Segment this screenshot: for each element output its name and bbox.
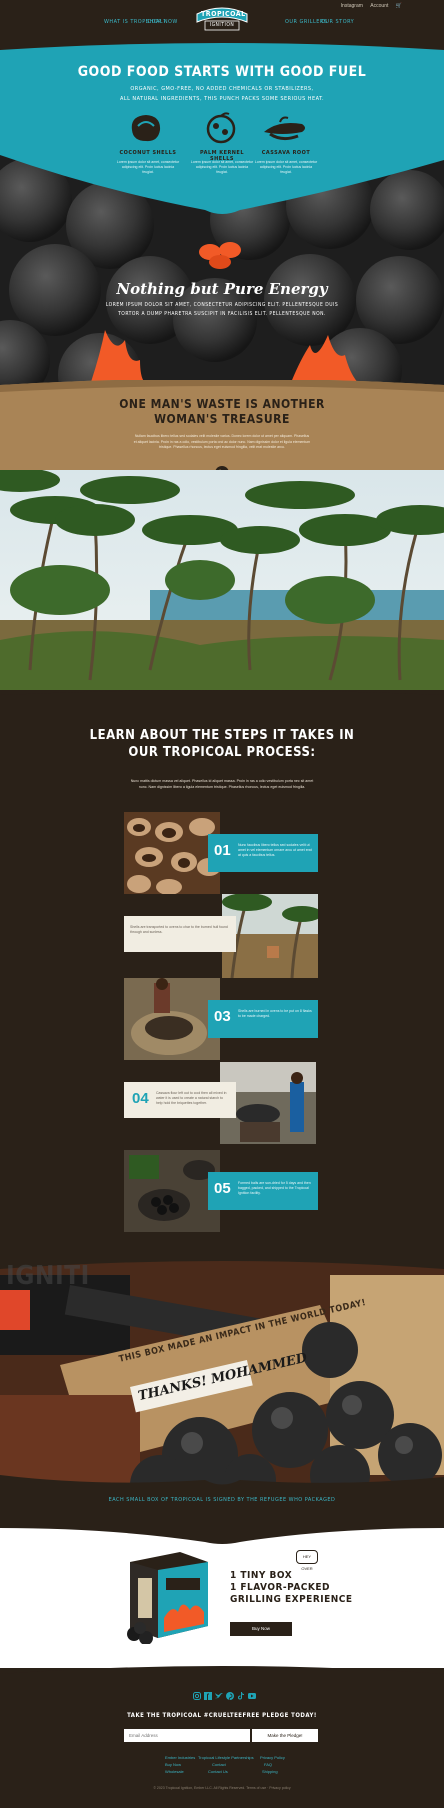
step-1-card: 01 Nunc faucibus libero tellus sed sodal… [208, 834, 318, 872]
signed-strip: EACH SMALL BOX OF TROPICOAL IS SIGNED BY… [0, 1488, 444, 1518]
feature-title-coconut: COCONUT SHELLS [119, 150, 177, 156]
site-logo[interactable]: TROPICOAL IGNITION [193, 4, 251, 34]
utility-links: Instagram Account 🛒 [335, 3, 402, 9]
product-badge: HEY OVER [296, 1550, 318, 1571]
palm-kernel-icon [203, 112, 239, 149]
util-link-instagram[interactable]: Instagram [341, 3, 363, 9]
step-1-number: 01 [214, 842, 231, 859]
box-brand-word: IGNITI [6, 1261, 90, 1291]
nav-link-shop[interactable]: SHOP NOW [146, 19, 178, 25]
step-4-card: 04 Cassava flour left out to cool then a… [124, 1082, 236, 1118]
cart-icon[interactable]: 🛒 [396, 3, 402, 9]
feature-text-coconut: Lorem ipsum dolor sit amet, consectetur … [116, 160, 180, 174]
footer-link-wholesale[interactable]: Wholesale [165, 1769, 184, 1774]
briquette-logo-icon [190, 240, 254, 275]
step-3-card: 03 Shells are burned in ovens to be put … [208, 1000, 318, 1038]
waste-body-line-3: tristique. Phasellus rhoncus, lectus ege… [159, 445, 285, 449]
steps-top-edge [0, 690, 444, 705]
email-input[interactable] [124, 1729, 250, 1742]
site-footer: TAKE THE TROPICOAL #CRUELTEEFREE PLEDGE … [0, 1666, 444, 1808]
footer-link-privacy[interactable]: Privacy Policy [260, 1755, 285, 1760]
intro-subline-1: ORGANIC, GMO-FREE, NO ADDED CHEMICALS OR… [130, 86, 314, 92]
steps-intro-line-2: nunc. Nam dignissim libero a ligula elem… [138, 785, 306, 789]
steps-heading-1: LEARN ABOUT THE STEPS IT TAKES IN [89, 728, 355, 743]
footer-link-contact[interactable]: Contact [212, 1762, 226, 1767]
palm-beach-image [0, 470, 444, 700]
product-line-3: GRILLING EXPERIENCE [230, 1594, 353, 1605]
product-bg-shape [0, 1518, 444, 1544]
footer-link-shipping[interactable]: Shipping [262, 1769, 278, 1774]
pledge-heading: TAKE THE TROPICOAL #CRUELTEEFREE PLEDGE … [127, 1712, 317, 1719]
intro-section: GOOD FOOD STARTS WITH GOOD FUEL ORGANIC,… [0, 40, 444, 215]
youtube-icon[interactable] [248, 1692, 256, 1700]
feature-text-palm-kernel: Lorem ipsum dolor sit amet, consectetur … [190, 160, 254, 174]
step-2-text: Shells are transported to ovens to char … [130, 925, 228, 934]
step-2-photo [222, 894, 318, 978]
buy-now-button[interactable]: Buy Now [230, 1622, 292, 1636]
product-line-2: 1 FLAVOR-PACKED [230, 1582, 330, 1593]
intro-subline-2: ALL NATURAL INGREDIENTS, THIS PUNCH PACK… [119, 96, 325, 102]
social-links [193, 1692, 256, 1700]
energy-text-line-1: LOREM IPSUM DOLOR SIT AMET, CONSECTETUR … [105, 302, 339, 308]
footer-link-contact-us[interactable]: Contact Us [208, 1769, 228, 1774]
intro-heading: GOOD FOOD STARTS WITH GOOD FUEL [77, 64, 367, 80]
logo-wordmark: TROPICOAL [201, 10, 246, 18]
steps-heading-2: OUR TROPICOAL PROCESS: [128, 745, 316, 760]
pledge-submit-button[interactable]: Make the Pledge! [252, 1729, 318, 1742]
nav-link-story[interactable]: OUR STORY [321, 19, 354, 25]
pinterest-icon[interactable] [226, 1692, 234, 1700]
waste-heading-2: WOMAN'S TREASURE [154, 412, 290, 426]
step-3-text: Shells are burned in ovens to be put on … [238, 1009, 312, 1018]
step-5-number: 05 [214, 1180, 231, 1197]
step-2-card: Shells are transported to ovens to char … [124, 916, 236, 952]
step-4-text: Cassava flour left out to cool then all … [156, 1091, 227, 1105]
logo-subtitle: IGNITION [209, 22, 235, 28]
copyright-text: © 2023 Tropicoal Ignition, Ember LLC. Al… [153, 1786, 291, 1790]
coconut-icon [128, 112, 164, 149]
energy-text-line-2: TORTOR A DUMP PHARETRA SUSCIPIT IN FACIL… [118, 311, 326, 317]
footer-link-faq[interactable]: FAQ [264, 1762, 272, 1767]
signed-text: EACH SMALL BOX OF TROPICOAL IS SIGNED BY… [108, 1497, 336, 1503]
util-link-account[interactable]: Account [370, 3, 388, 9]
facebook-icon[interactable] [204, 1692, 212, 1700]
footer-link-buy-now[interactable]: Buy Now [165, 1762, 181, 1767]
step-3-number: 03 [214, 1008, 231, 1025]
step-5-photo [124, 1150, 220, 1232]
feature-text-cassava: Lorem ipsum dolor sit amet, consectetur … [254, 160, 318, 174]
step-1-photo [124, 812, 220, 894]
energy-title: Nothing but Pure Energy [116, 280, 328, 298]
step-4-number: 04 [132, 1090, 149, 1107]
feature-title-cassava: CASSAVA ROOT [261, 150, 311, 156]
step-5-text: Formed balls are sun-dried for 5 days an… [238, 1181, 311, 1195]
process-steps-section: LEARN ABOUT THE STEPS IT TAKES IN OUR TR… [0, 690, 444, 1260]
site-header: Instagram Account 🛒 WHAT IS TROPICOAL? S… [0, 0, 444, 40]
cassava-root-icon [262, 114, 310, 149]
footer-link-partnerships[interactable]: Tropicoal Lifestyle Partnerships [198, 1755, 254, 1760]
tiktok-icon[interactable] [237, 1692, 245, 1700]
product-box-image [120, 1548, 216, 1645]
twitter-icon[interactable] [215, 1692, 223, 1700]
instagram-icon[interactable] [193, 1692, 201, 1700]
step-3-photo [124, 978, 220, 1060]
signed-box-image: IGNITI THIS BOX MADE AN IMPACT IN THE WO… [0, 1255, 444, 1485]
product-line-1: 1 TINY BOX [230, 1570, 293, 1581]
step-5-card: 05 Formed balls are sun-dried for 5 days… [208, 1172, 318, 1210]
waste-heading-1: ONE MAN'S WASTE IS ANOTHER [119, 397, 325, 411]
footer-top-edge [0, 1666, 444, 1682]
footer-link-ember[interactable]: Ember Industries [165, 1755, 195, 1760]
product-section: HEY OVER 1 TINY BOX 1 FLAVOR-PACKED GRIL… [0, 1518, 444, 1678]
step-1-text: Nunc faucibus libero tellus sed sodales … [238, 843, 312, 857]
